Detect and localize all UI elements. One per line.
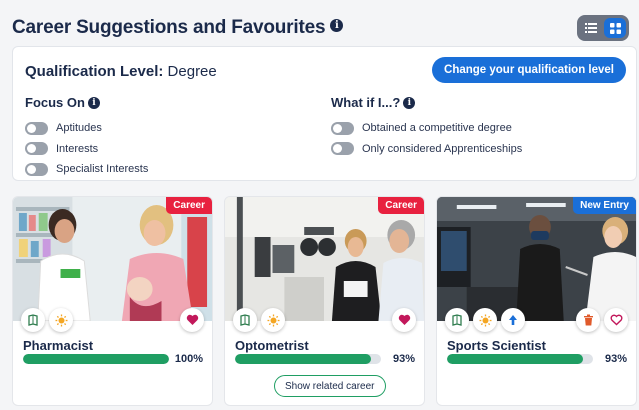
sun-icon[interactable]: [49, 308, 73, 332]
career-name: Optometrist: [235, 338, 309, 353]
sun-icon[interactable]: [261, 308, 285, 332]
toggle-apprenticeships[interactable]: Only considered Apprenticeships: [331, 139, 522, 160]
heart-outline-icon[interactable]: [604, 308, 628, 332]
info-icon[interactable]: i: [87, 96, 100, 109]
page-header: Career Suggestions and Favourites i: [12, 14, 629, 42]
match-progress-bar: [23, 354, 169, 364]
map-book-icon[interactable]: [233, 308, 257, 332]
match-progress-bar: [447, 354, 593, 364]
info-icon[interactable]: i: [330, 19, 344, 33]
career-photo: [437, 197, 636, 321]
info-icon[interactable]: i: [403, 96, 416, 109]
match-percent: 93%: [392, 353, 415, 365]
career-name: Sports Scientist: [447, 338, 546, 353]
career-photo: [225, 197, 424, 321]
view-toggle: [577, 15, 629, 41]
trash-icon[interactable]: [576, 308, 600, 332]
map-book-icon[interactable]: [445, 308, 469, 332]
new-entry-badge: New Entry: [573, 197, 636, 214]
match-percent: 93%: [604, 353, 627, 365]
show-related-career-button[interactable]: Show related career: [274, 375, 386, 397]
match-progress-fill: [235, 354, 371, 364]
qualification-value: Degree: [167, 63, 217, 80]
focus-on-title: Focus On i: [25, 95, 148, 110]
grid-view-button[interactable]: [604, 18, 626, 38]
match-percent: 100%: [174, 353, 203, 365]
page-title: Career Suggestions and Favourites i: [12, 17, 344, 39]
what-if-title: What if I...? i: [331, 95, 522, 110]
map-book-icon[interactable]: [21, 308, 45, 332]
career-card-pharmacist[interactable]: Career Pharmacist 100%: [12, 196, 213, 406]
filter-panel: Qualification Level: Degree Change your …: [12, 46, 637, 181]
match-progress-bar: [235, 354, 381, 364]
arrow-up-icon[interactable]: [501, 308, 525, 332]
sun-icon[interactable]: [473, 308, 497, 332]
career-card-sports-scientist[interactable]: New Entry Sports Scientist 93%: [436, 196, 637, 406]
match-progress-fill: [23, 354, 169, 364]
change-qualification-button[interactable]: Change your qualification level: [432, 57, 626, 83]
focus-on-group: Focus On i Aptitudes Interests Specialist…: [25, 95, 148, 180]
toggle-specialist-interests[interactable]: Specialist Interests: [25, 159, 148, 180]
toggle-interests[interactable]: Interests: [25, 139, 148, 160]
match-progress-fill: [447, 354, 583, 364]
career-card-optometrist[interactable]: Career Optometrist 93% Show related care…: [224, 196, 425, 406]
qualification-level: Qualification Level: Degree: [25, 63, 217, 80]
toggle-competitive-degree[interactable]: Obtained a competitive degree: [331, 118, 522, 139]
career-photo: [13, 197, 212, 321]
toggle-aptitudes[interactable]: Aptitudes: [25, 118, 148, 139]
heart-icon[interactable]: [180, 308, 204, 332]
switch-off[interactable]: [331, 121, 354, 135]
switch-off[interactable]: [25, 162, 48, 176]
switch-off[interactable]: [331, 142, 354, 156]
list-view-button[interactable]: [580, 18, 602, 38]
switch-off[interactable]: [25, 121, 48, 135]
career-badge: Career: [166, 197, 212, 214]
list-icon: [585, 23, 597, 33]
heart-icon[interactable]: [392, 308, 416, 332]
what-if-group: What if I...? i Obtained a competitive de…: [331, 95, 522, 159]
grid-icon: [609, 22, 621, 34]
switch-off[interactable]: [25, 142, 48, 156]
career-badge: Career: [378, 197, 424, 214]
career-name: Pharmacist: [23, 338, 94, 353]
